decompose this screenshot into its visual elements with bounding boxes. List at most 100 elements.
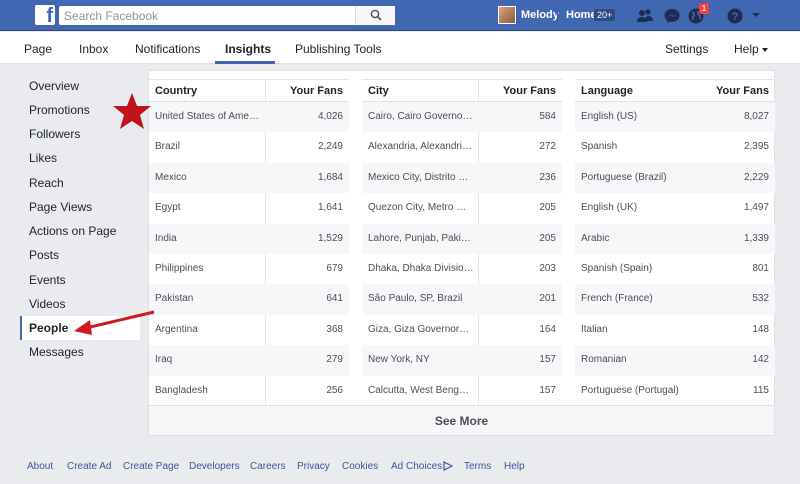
footer-link-about[interactable]: About [27,461,53,472]
fans-cell: 203 [539,262,556,274]
sidebar-item-likes[interactable]: Likes [20,146,140,170]
sidebar-item-messages[interactable]: Messages [20,340,140,364]
column-header-your-fans[interactable]: Your Fans [290,85,343,97]
home-link[interactable]: Home [566,9,597,21]
city-cell: São Paulo, SP, Brazil [368,293,463,305]
column-header-your-fans[interactable]: Your Fans [503,85,556,97]
fans-cell: 1,641 [317,202,343,214]
table-row: Dhaka, Dhaka Division,... 203 [362,254,562,284]
fans-cell: 2,395 [743,141,769,153]
caret-down-icon [761,47,768,52]
ad-choices-label: Ad Choices [391,461,443,472]
fans-cell: 801 [752,262,769,274]
table-header: Country Your Fans [149,80,349,102]
table-row: Calcutta, West Bengal,... 157 [362,376,562,406]
fans-cell: 115 [753,384,769,396]
table-row: India 1,529 [149,223,349,254]
language-cell: Portuguese (Portugal) [581,384,679,396]
sidebar-item-actions-on-page[interactable]: Actions on Page [20,219,140,243]
footer-link-create-page[interactable]: Create Page [123,461,179,472]
search-button[interactable] [355,6,395,25]
fans-cell: 256 [326,384,343,396]
city-cell: Mexico City, Distrito Fe... [368,171,474,183]
help-label: Help [734,42,759,56]
language-cell: Portuguese (Brazil) [581,171,667,183]
table-row: Portuguese (Brazil) 2,229 [575,162,775,194]
footer-link-developers[interactable]: Developers [189,461,240,472]
city-cell: Cairo, Cairo Governora... [368,111,474,122]
fans-cell: 272 [539,141,556,153]
table-row: Spanish (Spain) 801 [575,254,775,284]
table-row: Lahore, Punjab, Pakistan 205 [362,223,562,254]
fans-cell: 679 [326,262,343,274]
footer-link-terms[interactable]: Terms [464,461,491,472]
country-cell: Bangladesh [155,384,208,396]
tab-publishing-tools[interactable]: Publishing Tools [295,42,382,56]
notifications-count-badge: 1 [699,3,709,14]
active-tab-indicator [215,61,275,64]
table-header: Language Your Fans [575,80,775,102]
avatar[interactable] [498,6,516,24]
table-row: Bangladesh 256 [149,376,349,406]
tab-insights[interactable]: Insights [225,42,271,56]
tab-inbox[interactable]: Inbox [79,42,108,56]
help-question-icon[interactable]: ? [726,7,744,25]
language-cell: Spanish (Spain) [581,262,653,274]
people-fans-panel: Country Your Fans United States of Ameri… [148,70,775,436]
friend-requests-icon[interactable] [636,7,654,25]
table-row: Pakistan 641 [149,284,349,315]
see-more-button[interactable]: See More [149,405,774,435]
help-menu[interactable]: Help [734,42,768,56]
column-header-city[interactable]: City [368,85,389,97]
fans-cell: 142 [752,354,769,366]
column-header-language[interactable]: Language [581,85,633,97]
profile-link[interactable]: Melody [521,9,559,21]
fans-cell: 532 [752,293,769,305]
table-row: Spanish 2,395 [575,132,775,162]
column-header-country[interactable]: Country [155,85,197,97]
sidebar-item-events[interactable]: Events [20,268,140,292]
sidebar-item-page-views[interactable]: Page Views [20,195,140,219]
sidebar-item-posts[interactable]: Posts [20,243,140,267]
table-row: English (UK) 1,497 [575,193,775,223]
fans-cell: 1,497 [743,202,769,214]
account-menu-chevron-down-icon[interactable] [750,10,762,20]
city-cell: Giza, Giza Governorat... [368,323,474,335]
city-table: City Your Fans Cairo, Cairo Governora...… [362,79,562,406]
table-row: English (US) 8,027 [575,102,775,133]
fans-cell: 236 [539,171,556,183]
language-cell: Romanian [581,354,627,366]
language-cell: Italian [581,323,608,335]
country-cell: Pakistan [155,293,194,305]
messenger-icon[interactable] [663,7,681,25]
fans-cell: 205 [539,232,556,244]
fans-cell: 1,529 [317,232,343,244]
table-row: Giza, Giza Governorat... 164 [362,315,562,345]
sidebar-item-reach[interactable]: Reach [20,171,140,195]
facebook-logo-icon[interactable]: f [35,5,55,27]
fans-cell: 368 [326,323,343,335]
footer-link-careers[interactable]: Careers [250,461,286,472]
country-cell: Mexico [155,171,187,183]
search-input[interactable] [59,6,359,25]
settings-link[interactable]: Settings [665,42,708,56]
footer-link-privacy[interactable]: Privacy [297,461,330,472]
table-row: French (France) 532 [575,284,775,315]
table-row: United States of America 4,026 [149,102,349,133]
footer-link-create-ad[interactable]: Create Ad [67,461,111,472]
ad-choices-icon [443,461,454,472]
country-cell: Iraq [155,354,173,366]
country-cell: Argentina [155,323,198,335]
footer-link-ad-choices[interactable]: Ad Choices [391,461,454,472]
country-cell: India [155,232,177,244]
tab-notifications[interactable]: Notifications [135,42,200,56]
language-cell: English (UK) [581,202,638,214]
footer-link-help[interactable]: Help [504,461,525,472]
language-cell: Spanish [581,141,618,153]
top-bar: f Melody Home 20+ 1 ? [0,0,800,31]
column-header-your-fans[interactable]: Your Fans [716,85,769,97]
fans-cell: 157 [539,384,556,396]
tab-page[interactable]: Page [24,42,52,56]
divider [557,9,558,22]
footer-link-cookies[interactable]: Cookies [342,461,378,472]
